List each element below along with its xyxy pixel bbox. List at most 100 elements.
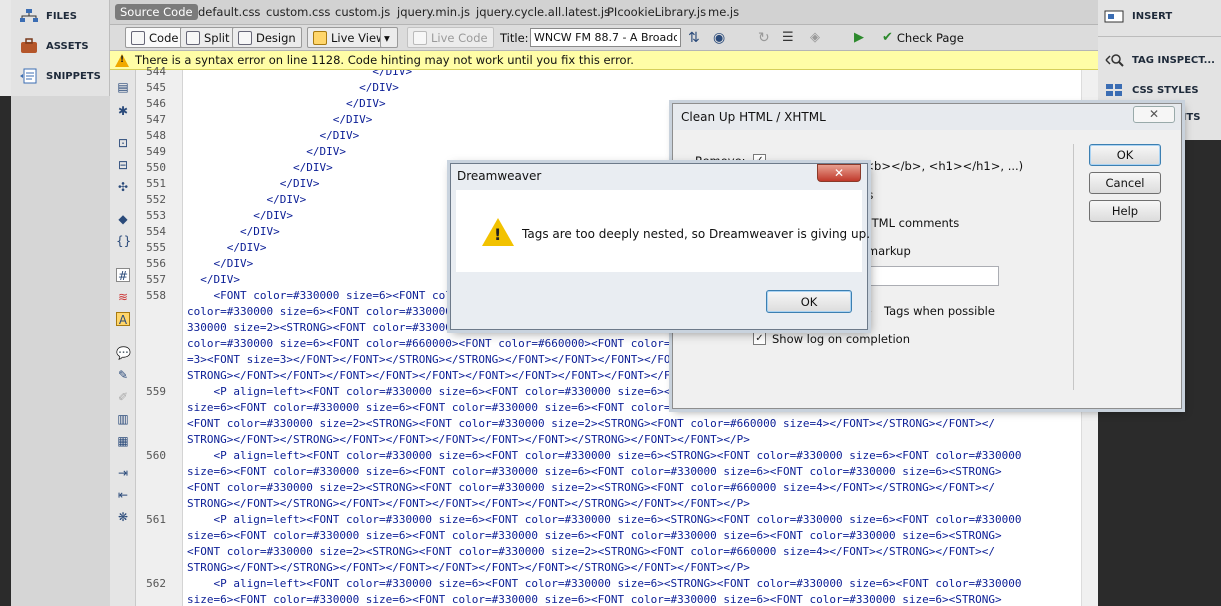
code-line[interactable]: size=6><FONT color=#330000 size=6><FONT … — [187, 593, 1002, 606]
snippets-panel-label: SNIPPETS — [46, 70, 101, 82]
cleanup-titlebar: Clean Up HTML / XHTML — [673, 104, 1181, 130]
highlight-invalid-code-icon[interactable]: ≋ — [116, 290, 130, 304]
insert-panel-tab[interactable]: INSERT — [1104, 8, 1172, 24]
show-code-navigator-icon[interactable]: ✱ — [116, 104, 130, 118]
code-line[interactable]: <P align=left><FONT color=#330000 size=6… — [187, 513, 1021, 526]
tag-inspector-tab[interactable]: TAG INSPECT... — [1104, 52, 1215, 68]
open-documents-icon[interactable]: ▤ — [116, 80, 130, 94]
tab-me-js[interactable]: me.js — [708, 5, 739, 19]
code-line[interactable]: <FONT color=#330000 size=2><STRONG><FONT… — [187, 481, 995, 494]
remove-comment-icon[interactable]: ✎ — [116, 368, 130, 382]
document-toolbar: Code Split Design Live View ▾ Live Code … — [110, 25, 1098, 51]
code-line[interactable]: </DIV> — [187, 257, 253, 270]
syntax-coloring-icon[interactable]: A — [116, 312, 130, 327]
code-line[interactable]: <P align=left><FONT color=#330000 size=6… — [187, 577, 1021, 590]
code-line[interactable]: <P align=left><FONT color=#330000 size=6… — [187, 449, 1021, 462]
alert-close-button[interactable]: ✕ — [817, 164, 861, 182]
visual-aids-icon[interactable]: ◈ — [810, 27, 820, 48]
split-view-button[interactable]: Split — [180, 27, 236, 48]
refresh-icon[interactable]: ↻ — [758, 27, 770, 48]
code-line[interactable]: </DIV> — [187, 97, 386, 110]
code-line[interactable]: </DIV> — [187, 145, 346, 158]
assets-panel-item[interactable]: ASSETS — [19, 35, 89, 57]
preview-browser-icon[interactable]: ◉ — [713, 27, 725, 48]
line-number: 556 — [146, 257, 166, 270]
left-edge-strip — [0, 0, 11, 606]
collapse-full-tag-icon[interactable]: ⊡ — [116, 136, 130, 150]
line-number: 560 — [146, 449, 166, 462]
line-number: 548 — [146, 129, 166, 142]
code-line[interactable]: </DIV> — [187, 225, 280, 238]
insert-icon — [1104, 8, 1124, 24]
outdent-code-icon[interactable]: ⇤ — [116, 488, 130, 502]
code-line[interactable]: </DIV> — [187, 113, 373, 126]
code-line[interactable]: </DIV> — [187, 209, 293, 222]
code-line[interactable]: </DIV> — [187, 81, 399, 94]
balance-braces-icon[interactable]: {} — [116, 234, 131, 248]
show-log-checkbox[interactable]: ✓ — [753, 332, 766, 345]
opt-combine-font: Tags when possible — [884, 304, 995, 318]
format-source-icon[interactable]: ❋ — [116, 510, 130, 524]
expand-all-icon[interactable]: ✣ — [116, 180, 130, 194]
live-code-button: Live Code — [407, 27, 494, 48]
assets-briefcase-icon — [19, 38, 39, 54]
tag-inspector-label: TAG INSPECT... — [1132, 54, 1215, 66]
tab-custom-css[interactable]: custom.css — [266, 5, 330, 19]
line-number: 550 — [146, 161, 166, 174]
apply-comment-icon[interactable]: 💬 — [116, 346, 131, 360]
code-line[interactable]: <FONT color=#330000 size=2><STRONG><FONT… — [187, 545, 995, 558]
cleanup-cancel-button[interactable]: Cancel — [1089, 172, 1161, 194]
css-styles-label: CSS STYLES — [1132, 84, 1199, 96]
wrap-tag-icon[interactable]: ✐ — [116, 390, 130, 404]
code-line[interactable]: </DIV> — [187, 241, 267, 254]
live-code-icon — [413, 30, 427, 45]
code-line[interactable]: </DIV> — [187, 193, 306, 206]
code-view-button[interactable]: Code — [125, 27, 185, 48]
code-line[interactable]: STRONG></FONT></STRONG></FONT></FONT></F… — [187, 561, 750, 574]
code-line[interactable]: size=6><FONT color=#330000 size=6><FONT … — [187, 529, 1002, 542]
code-line[interactable]: </DIV> — [187, 273, 240, 286]
line-number: 553 — [146, 209, 166, 222]
tab-source-code[interactable]: Source Code — [115, 4, 198, 20]
code-line[interactable]: size=6><FONT color=#330000 size=6><FONT … — [187, 465, 1002, 478]
code-line[interactable]: </DIV> — [187, 70, 412, 78]
files-panel-item[interactable]: FILES — [19, 5, 77, 27]
file-management-icon[interactable]: ⇅ — [688, 27, 700, 48]
live-view-dropdown[interactable]: ▾ — [380, 27, 398, 48]
tab-jquery-min-js[interactable]: jquery.min.js — [397, 5, 470, 19]
code-line[interactable]: STRONG></FONT></STRONG></FONT></FONT></F… — [187, 433, 750, 446]
tab-custom-js[interactable]: custom.js — [335, 5, 390, 19]
check-page-button[interactable]: ✔ Check Page — [882, 27, 964, 48]
recent-snippets-icon[interactable]: ▥ — [116, 412, 130, 426]
validate-markup-icon[interactable]: ▶ — [854, 27, 864, 48]
alert-body: Tags are too deeply nested, so Dreamweav… — [456, 190, 870, 272]
snippets-panel-item[interactable]: SNIPPETS — [19, 65, 101, 87]
line-numbers-icon[interactable]: # — [116, 268, 130, 283]
alert-ok-button[interactable]: OK — [766, 290, 852, 313]
indent-code-icon[interactable]: ⇥ — [116, 466, 130, 480]
collapse-selection-icon[interactable]: ⊟ — [116, 158, 130, 172]
cleanup-ok-button[interactable]: OK — [1089, 144, 1161, 166]
select-parent-tag-icon[interactable]: ◆ — [116, 212, 130, 226]
code-line[interactable]: </DIV> — [187, 129, 359, 142]
opt-html-comments: HTML comments — [863, 216, 960, 230]
code-line[interactable]: </DIV> — [187, 161, 333, 174]
live-view-button[interactable]: Live View — [307, 27, 392, 48]
assets-panel-label: ASSETS — [46, 40, 89, 52]
cleanup-help-button[interactable]: Help — [1089, 200, 1161, 222]
code-line[interactable]: </DIV> — [187, 177, 320, 190]
cleanup-close-button[interactable]: ✕ — [1133, 106, 1175, 123]
specific-tags-input[interactable] — [857, 266, 999, 286]
live-code-label: Live Code — [431, 30, 488, 45]
code-line[interactable]: STRONG></FONT></STRONG></FONT></FONT></F… — [187, 497, 750, 510]
view-options-icon[interactable]: ☰ — [782, 27, 794, 48]
tab-picookie-js[interactable]: PIcookieLibrary.js — [607, 5, 706, 19]
page-title-input[interactable] — [530, 28, 681, 47]
syntax-warning-text: There is a syntax error on line 1128. Co… — [135, 53, 634, 67]
design-view-button[interactable]: Design — [232, 27, 302, 48]
tab-jquery-cycle-js[interactable]: jquery.cycle.all.latest.js — [476, 5, 610, 19]
css-styles-tab[interactable]: CSS STYLES — [1104, 82, 1199, 98]
tab-default-css[interactable]: default.css — [198, 5, 260, 19]
code-line[interactable]: <FONT color=#330000 size=2><STRONG><FONT… — [187, 417, 995, 430]
move-css-icon[interactable]: ▦ — [116, 434, 130, 448]
